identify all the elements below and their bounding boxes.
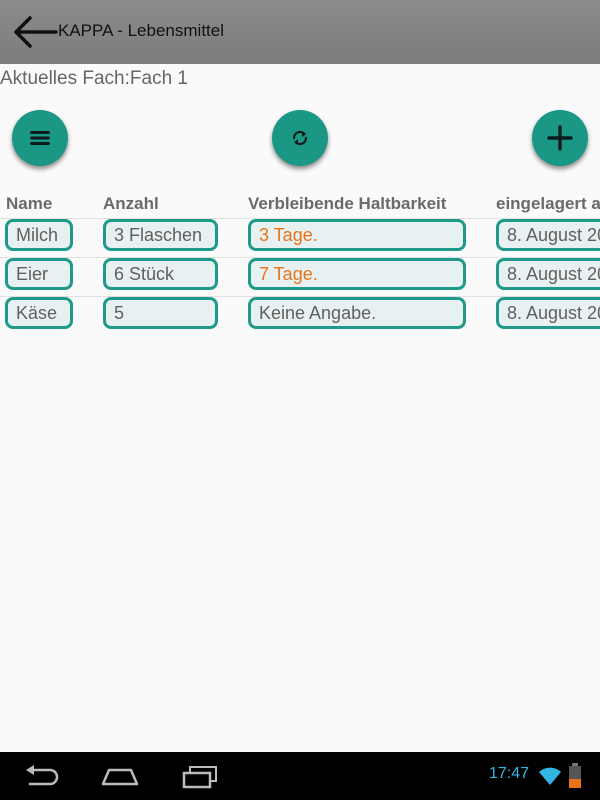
arrow-left-icon[interactable]: [12, 14, 58, 50]
app-bar: KAPPA - Lebensmittel: [0, 0, 600, 64]
stored-date-field[interactable]: 8. August 2013: [496, 219, 600, 251]
system-nav-bar: 17:47: [0, 752, 600, 800]
column-header-shelf-life: Verbleibende Haltbarkeit: [248, 194, 447, 213]
hamburger-menu-icon: [30, 131, 50, 145]
nav-back-icon[interactable]: [20, 762, 60, 790]
stored-date-field[interactable]: 8. August 2013: [496, 258, 600, 290]
column-header-stored-date: eingelagert am: [496, 194, 600, 213]
current-compartment-label: Aktuelles Fach:Fach 1: [0, 68, 188, 89]
name-field[interactable]: Käse: [5, 297, 73, 329]
name-field[interactable]: Eier: [5, 258, 73, 290]
nav-home-icon[interactable]: [100, 762, 140, 790]
shelf-life-field[interactable]: 3 Tage.: [248, 219, 466, 251]
nav-recents-icon[interactable]: [180, 762, 220, 790]
add-item-button[interactable]: [532, 110, 588, 166]
wifi-icon: [539, 767, 561, 785]
quantity-field[interactable]: 5: [103, 297, 218, 329]
column-header-quantity: Anzahl: [103, 194, 159, 213]
column-header-name: Name: [6, 194, 53, 213]
plus-icon: [547, 125, 573, 151]
refresh-button[interactable]: [272, 110, 328, 166]
refresh-icon: [292, 130, 308, 146]
quantity-field[interactable]: 3 Flaschen: [103, 219, 218, 251]
shelf-life-field[interactable]: Keine Angabe.: [248, 297, 466, 329]
name-field[interactable]: Milch: [5, 219, 73, 251]
app-title: KAPPA - Lebensmittel: [58, 21, 224, 40]
shelf-life-field[interactable]: 7 Tage.: [248, 258, 466, 290]
quantity-field[interactable]: 6 Stück: [103, 258, 218, 290]
status-clock: 17:47: [489, 765, 530, 782]
stored-date-field[interactable]: 8. August 2013: [496, 297, 600, 329]
menu-button[interactable]: [12, 110, 68, 166]
battery-low-icon: [569, 763, 581, 788]
